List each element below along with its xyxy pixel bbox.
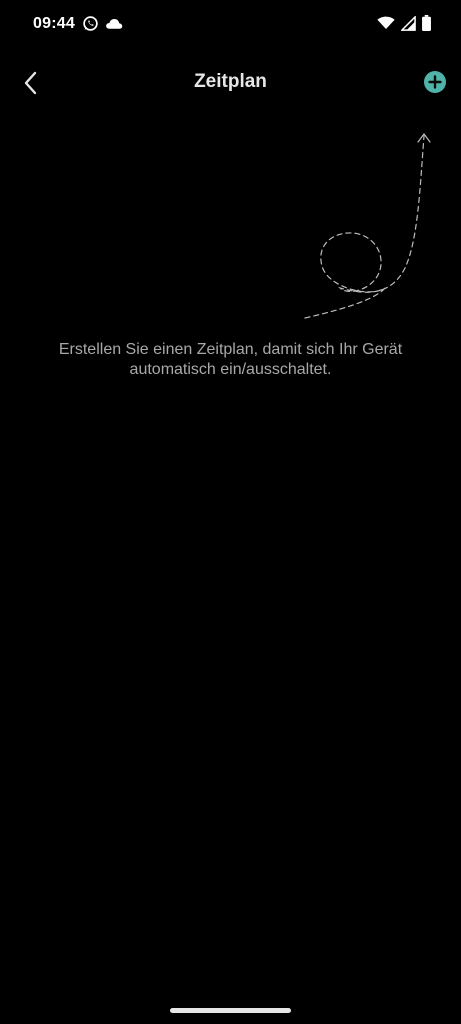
- battery-icon: [422, 15, 431, 36]
- empty-state-message: Erstellen Sie einen Zeitplan, damit sich…: [20, 340, 441, 380]
- plus-circle-icon: [424, 71, 446, 93]
- header: Zeitplan: [0, 56, 461, 108]
- status-bar: 09:44: [0, 0, 461, 50]
- status-time: 09:44: [33, 15, 75, 32]
- home-indicator[interactable]: [170, 1008, 291, 1013]
- empty-state-line-2: automatisch ein/ausschaltet.: [129, 361, 332, 378]
- status-right-icons: [377, 14, 431, 36]
- wifi-icon: [377, 16, 395, 35]
- cellular-signal-icon: [400, 14, 416, 36]
- cloud-icon: [105, 17, 123, 35]
- dashed-arrow-illustration: [300, 128, 440, 324]
- whatsapp-icon: [82, 15, 99, 37]
- add-schedule-button[interactable]: [423, 70, 447, 94]
- status-left-icons: [82, 15, 123, 37]
- empty-state-line-1: Erstellen Sie einen Zeitplan, damit sich…: [58, 341, 403, 358]
- page-title: Zeitplan: [194, 71, 267, 92]
